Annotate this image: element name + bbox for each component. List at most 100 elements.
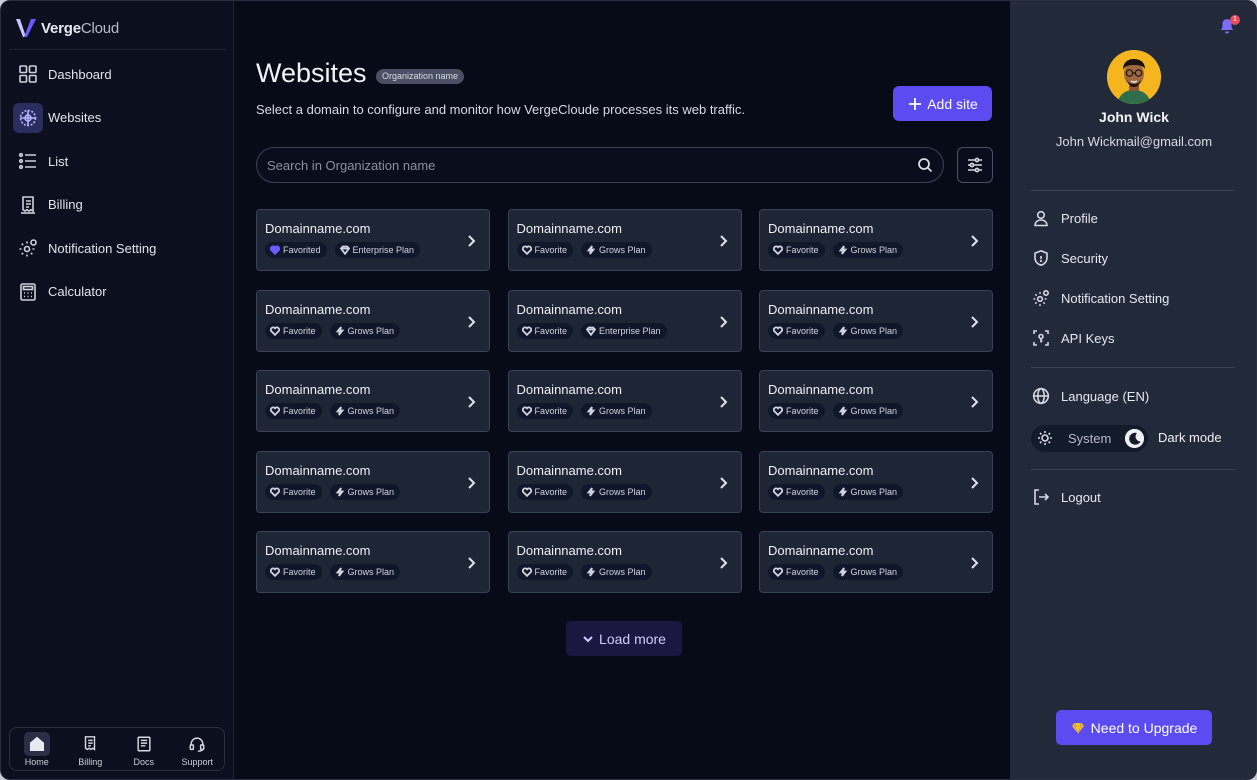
favorite-toggle[interactable]: Favorite [768,242,825,258]
plan-label: Grows Plan [347,406,395,416]
menu-item-security[interactable]: Security [1032,246,1108,270]
gear-bell-icon [13,233,43,263]
sidebar-item-label: Calculator [48,284,107,299]
favorite-toggle[interactable]: Favorited [265,242,327,258]
notification-bell[interactable]: 1 [1218,15,1240,37]
website-card[interactable]: Domainname.com Favorite Grows Plan [256,289,490,352]
load-more-button[interactable]: Load more [566,621,682,656]
brand-name: VergeCloud [41,19,120,37]
chevron-right-icon [717,476,729,490]
website-card[interactable]: Domainname.com Favorite Grows Plan [759,450,993,513]
plan-badge: Grows Plan [832,564,904,580]
menu-item-profile[interactable]: Profile [1032,206,1098,230]
plan-label: Grows Plan [850,567,898,577]
page-title: Websites [256,58,367,88]
search-icon[interactable] [917,157,933,173]
avatar[interactable] [1107,50,1161,104]
website-card[interactable]: Domainname.com Favorite Grows Plan [507,531,742,593]
plan-badge: Grows Plan [581,564,652,580]
book-icon [131,732,157,756]
favorite-label: Favorite [534,245,568,255]
filter-button[interactable] [957,147,993,183]
website-card[interactable]: Domainname.com Favorite Grows Plan [256,531,490,593]
website-card[interactable]: Domainname.com Favorite Grows Plan [507,209,742,271]
moon-icon [1125,429,1144,448]
search-input[interactable] [267,148,907,182]
chevron-right-icon [465,315,477,329]
app-window: VergeCloud Dashboard Websites List Billi… [0,0,1257,780]
favorite-toggle[interactable]: Favorite [516,483,574,500]
sidebar-item-billing[interactable]: Billing [9,189,226,221]
chevron-right-icon [968,315,980,329]
plan-badge: Grows Plan [581,403,652,419]
heart-icon [521,567,532,577]
brand-logo[interactable]: VergeCloud [13,15,119,41]
card-tags: Favorite Grows Plan [516,483,652,500]
card-tags: Favorited Enterprise Plan [265,242,421,258]
plan-badge: Enterprise Plan [581,322,667,339]
bottom-nav-docs[interactable]: Docs [119,732,169,767]
website-card[interactable]: Domainname.com Favorite Grows Plan [759,370,993,432]
domain-name: Domainname.com [516,301,623,317]
sidebar-item-label: Notification Setting [48,240,157,256]
card-tags: Favorite Grows Plan [768,564,904,580]
bottom-nav-billing[interactable]: Billing [65,732,115,767]
favorite-toggle[interactable]: Favorite [265,403,322,419]
upgrade-button[interactable]: Need to Upgrade [1056,710,1212,745]
domain-name: Domainname.com [768,301,874,317]
logout-icon [1034,489,1050,505]
website-card[interactable]: Domainname.com Favorite Grows Plan [759,209,993,271]
card-tags: Favorite Grows Plan [516,403,652,419]
favorite-toggle[interactable]: Favorite [516,403,574,419]
website-card[interactable]: Domainname.com Favorited Enterprise Plan [256,209,490,271]
favorite-label: Favorite [534,325,568,336]
domain-name: Domainname.com [516,221,623,236]
website-card[interactable]: Domainname.com Favorite Grows Plan [507,370,742,432]
favorite-toggle[interactable]: Favorite [265,483,322,500]
sidebar-item-notification-setting[interactable]: Notification Setting [9,232,226,264]
website-card[interactable]: Domainname.com Favorite Grows Plan [507,450,742,513]
favorite-toggle[interactable]: Favorite [768,322,825,339]
sidebar-nav: Dashboard Websites List Billing Notifica… [9,58,226,319]
menu-item-label: API Keys [1061,330,1115,346]
website-card[interactable]: Domainname.com Favorite Grows Plan [256,370,490,432]
website-card[interactable]: Domainname.com Favorite Grows Plan [256,450,490,513]
menu-item-notification-setting[interactable]: Notification Setting [1032,286,1169,310]
receipt-icon [77,732,103,756]
sidebar-item-calculator[interactable]: Calculator [9,276,226,308]
bottom-nav-support[interactable]: Support [172,732,222,767]
add-site-button[interactable]: Add site [893,86,992,121]
logout-button[interactable]: Logout [1032,485,1101,509]
plan-badge: Grows Plan [329,483,401,500]
favorite-toggle[interactable]: Favorite [768,564,825,580]
favorite-label: Favorite [786,325,819,336]
website-card[interactable]: Domainname.com Favorite Grows Plan [759,531,993,593]
bottom-nav-home[interactable]: Home [12,731,62,767]
sidebar-item-list[interactable]: List [9,145,226,177]
website-card[interactable]: Domainname.com Favorite Grows Plan [759,289,993,352]
favorite-label: Favorite [534,406,568,416]
domain-name: Domainname.com [265,301,371,317]
favorite-toggle[interactable]: Favorite [516,322,574,339]
favorite-toggle[interactable]: Favorite [516,564,574,580]
bolt-icon [838,567,848,577]
sidebar-item-websites[interactable]: Websites [9,102,226,134]
plan-badge: Grows Plan [832,403,904,419]
heart-icon [773,245,783,255]
favorite-toggle[interactable]: Favorite [265,322,322,339]
menu-item-label: Security [1061,250,1108,266]
menu-item-api-keys[interactable]: API Keys [1032,326,1114,350]
favorite-toggle[interactable]: Favorite [265,564,322,580]
favorite-toggle[interactable]: Favorite [768,483,825,500]
heart-icon [521,406,532,416]
favorite-label: Favorite [534,486,568,497]
language-selector[interactable]: Language (EN) [1032,384,1149,408]
theme-toggle[interactable]: System [1031,425,1148,452]
website-card[interactable]: Domainname.com Favorite Enterprise Plan [507,289,742,352]
sun-icon [1037,430,1053,446]
domain-name: Domainname.com [768,221,874,236]
sidebar-item-dashboard[interactable]: Dashboard [9,58,226,90]
favorite-toggle[interactable]: Favorite [516,242,574,258]
card-tags: Favorite Grows Plan [265,403,401,419]
favorite-toggle[interactable]: Favorite [768,403,825,419]
